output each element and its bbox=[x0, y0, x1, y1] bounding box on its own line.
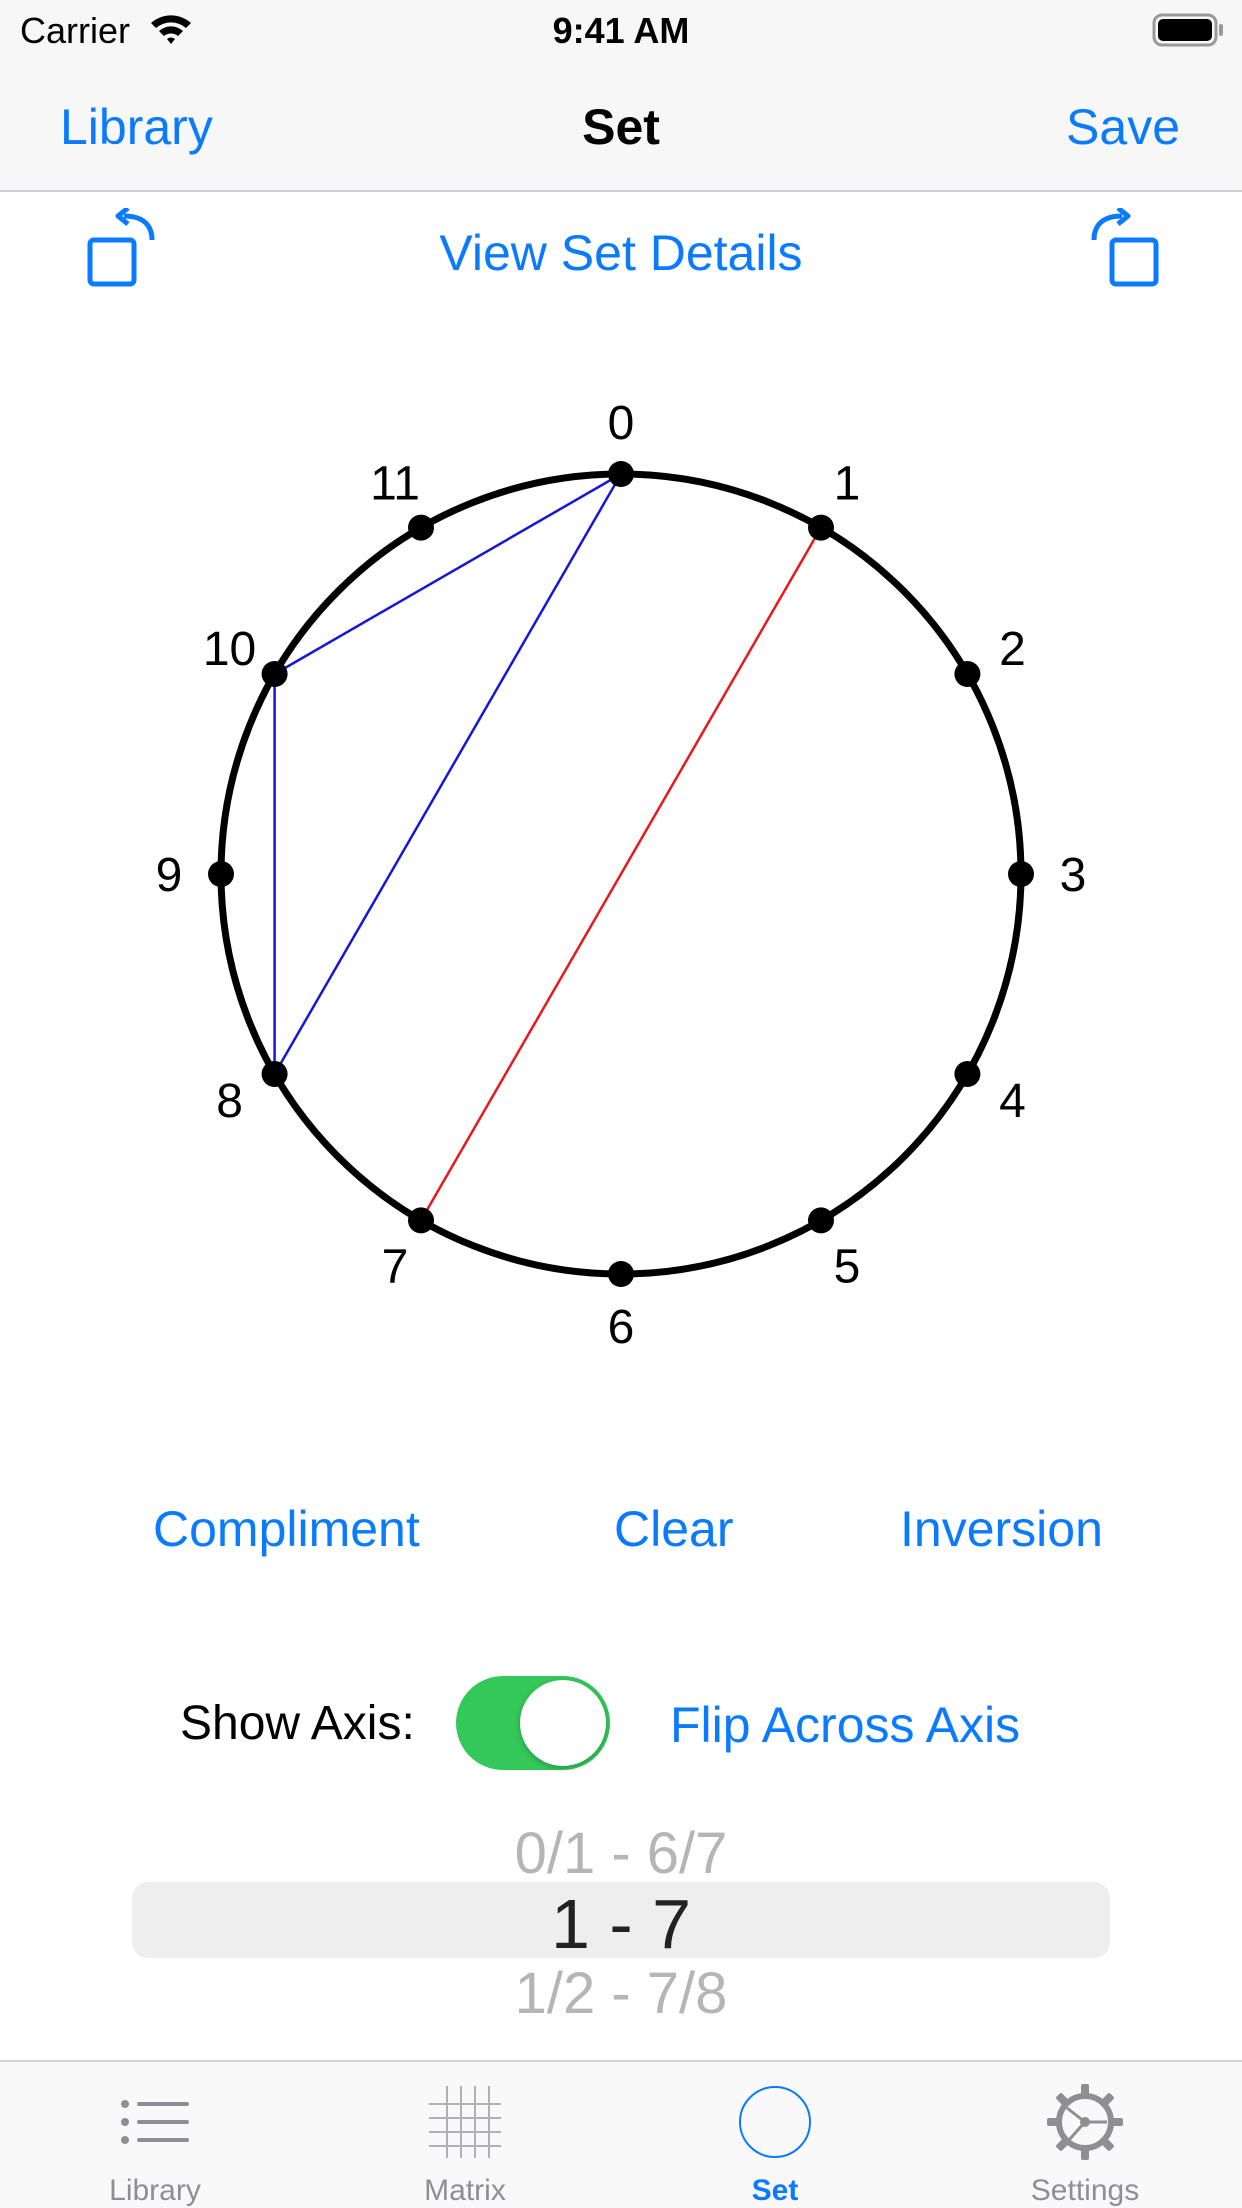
tab-label: Matrix bbox=[424, 2174, 506, 2207]
list-icon bbox=[115, 2082, 195, 2162]
pitch-label-11: 11 bbox=[370, 458, 420, 511]
tab-library[interactable]: Library bbox=[0, 2062, 310, 2208]
pitch-node-4[interactable] bbox=[954, 1061, 981, 1087]
tab-matrix[interactable]: Matrix bbox=[310, 2062, 620, 2208]
picker-option-selected[interactable]: 1 - 7 bbox=[0, 1884, 1242, 1964]
tab-label: Set bbox=[751, 2174, 799, 2207]
compliment-button[interactable]: Compliment bbox=[153, 1500, 420, 1558]
symmetry-axis-line bbox=[419, 526, 823, 1222]
pitch-node-9[interactable] bbox=[208, 861, 234, 887]
axis-picker[interactable]: 0/1 - 6/7 1 - 7 1/2 - 7/8 bbox=[0, 1790, 1242, 2050]
pitch-node-2[interactable] bbox=[954, 661, 981, 687]
pitch-label-4: 4 bbox=[999, 1075, 1026, 1128]
gear-icon bbox=[1045, 2082, 1125, 2162]
pitch-label-8: 8 bbox=[216, 1075, 243, 1128]
set-edge-line bbox=[273, 472, 622, 676]
clear-button[interactable]: Clear bbox=[614, 1500, 733, 1558]
pitch-label-0: 0 bbox=[608, 397, 635, 450]
picker-option-below[interactable]: 1/2 - 7/8 bbox=[0, 1960, 1242, 2027]
set-edge-line bbox=[273, 473, 623, 1075]
pitch-node-5[interactable] bbox=[808, 1207, 834, 1234]
circle-icon bbox=[735, 2082, 815, 2162]
pitch-node-10[interactable] bbox=[261, 661, 288, 687]
tab-bar: Library Matrix Set Settings bbox=[0, 2060, 1242, 2208]
pitch-label-7: 7 bbox=[382, 1240, 409, 1293]
tab-label: Settings bbox=[1030, 2174, 1140, 2207]
pitch-node-11[interactable] bbox=[408, 514, 434, 541]
picker-option-above[interactable]: 0/1 - 6/7 bbox=[0, 1820, 1242, 1887]
tab-label: Library bbox=[109, 2174, 201, 2207]
pitch-label-2: 2 bbox=[999, 623, 1026, 676]
pitch-node-1[interactable] bbox=[808, 514, 834, 541]
inversion-button[interactable]: Inversion bbox=[900, 1500, 1103, 1558]
show-axis-label: Show Axis: bbox=[180, 1697, 415, 1750]
pitch-label-6: 6 bbox=[608, 1301, 635, 1354]
pitch-label-1: 1 bbox=[834, 458, 861, 511]
pitch-label-9: 9 bbox=[156, 849, 183, 902]
pitch-label-5: 5 bbox=[834, 1240, 861, 1293]
pitch-node-6[interactable] bbox=[608, 1261, 634, 1287]
pitch-node-3[interactable] bbox=[1008, 861, 1034, 887]
tab-settings[interactable]: Settings bbox=[930, 2062, 1240, 2208]
pitch-node-7[interactable] bbox=[408, 1207, 434, 1234]
pitch-class-clock[interactable]: 0 1 2 3 4 5 6 7 8 9 10 11 bbox=[0, 0, 1242, 1400]
pitch-node-8[interactable] bbox=[261, 1061, 288, 1087]
pitch-node-0[interactable] bbox=[608, 461, 634, 487]
grid-icon bbox=[425, 2082, 505, 2162]
tab-set[interactable]: Set bbox=[620, 2062, 930, 2208]
toggle-knob bbox=[520, 1680, 606, 1766]
pitch-label-10: 10 bbox=[203, 623, 256, 676]
flip-across-axis-button[interactable]: Flip Across Axis bbox=[670, 1696, 1020, 1754]
show-axis-toggle[interactable] bbox=[456, 1676, 610, 1770]
pitch-label-3: 3 bbox=[1060, 849, 1087, 902]
